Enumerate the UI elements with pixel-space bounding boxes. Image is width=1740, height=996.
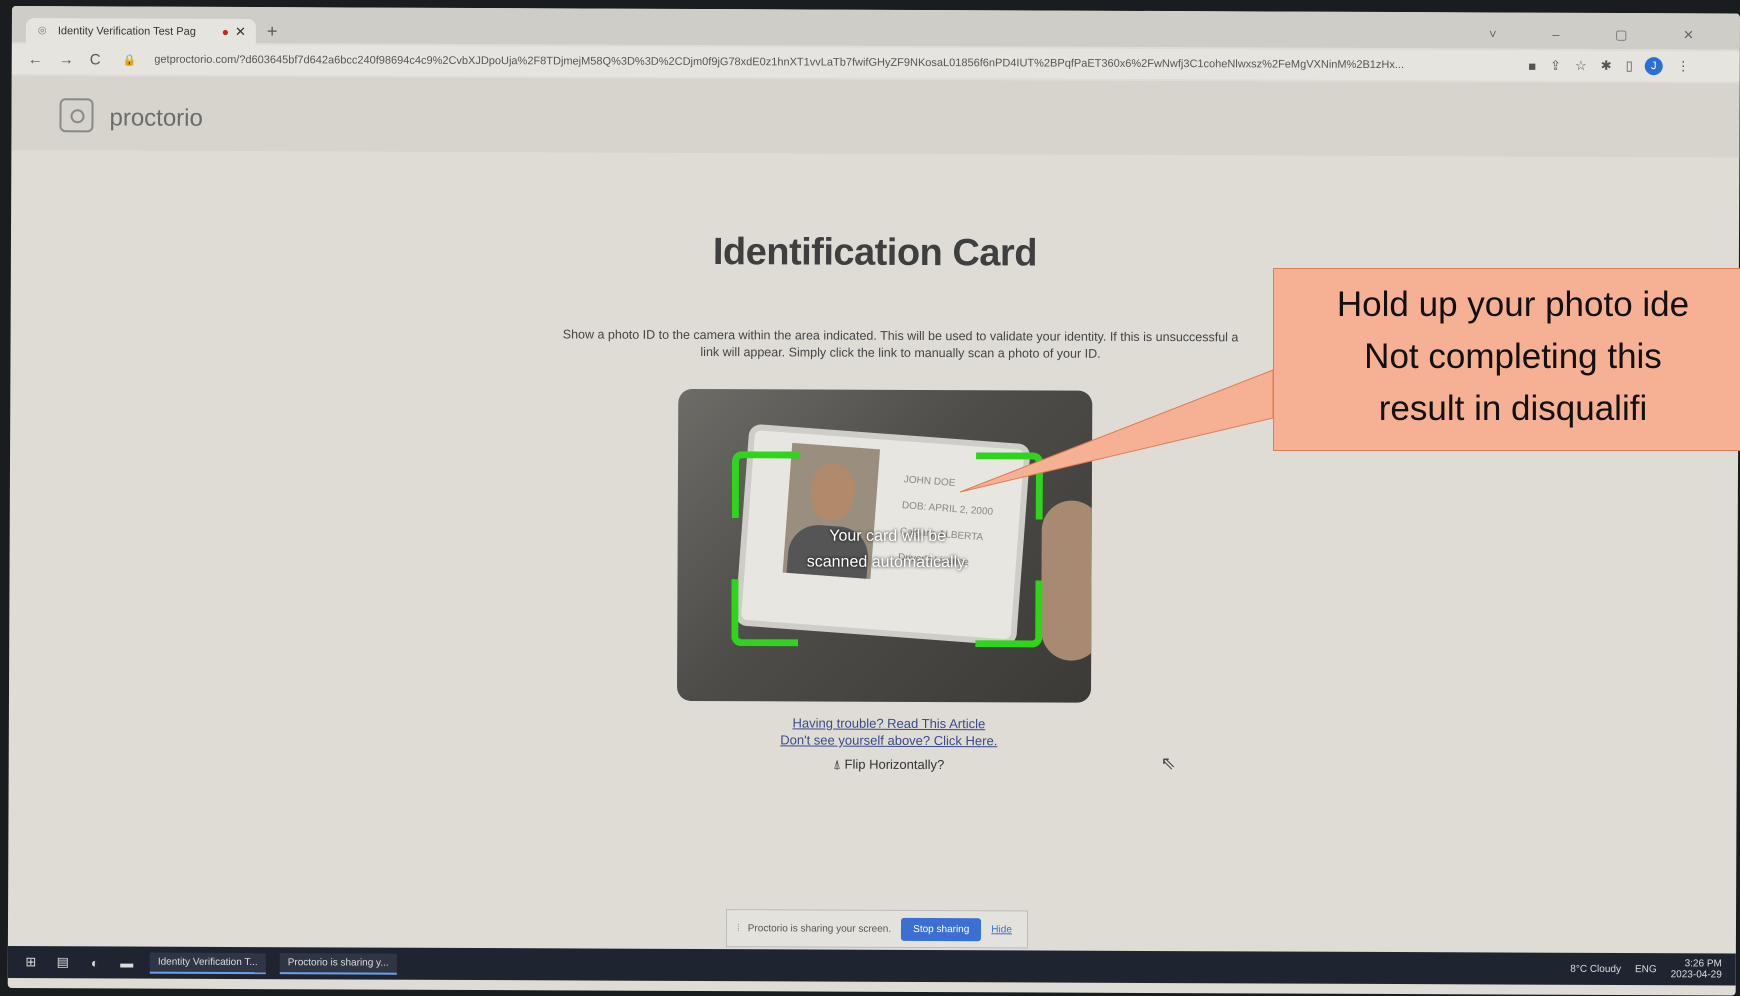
callout-line-1: Hold up your photo ide <box>1336 285 1690 324</box>
callout-pointer <box>959 369 1274 493</box>
annotation-callout: Hold up your photo ide Not completing th… <box>1273 268 1740 451</box>
callout-line-3: result in disqualifi <box>1378 389 1648 428</box>
callout-line-2: Not completing this <box>1364 337 1662 376</box>
